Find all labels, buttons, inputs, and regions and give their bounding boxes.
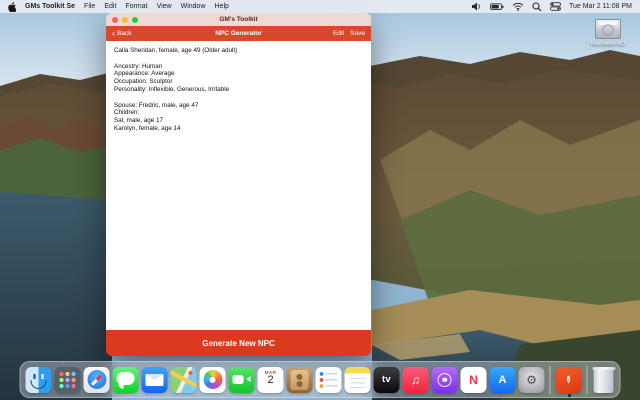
dock-separator — [587, 366, 588, 394]
desktop: GMs Toolkit Se File Edit Format View Win… — [0, 0, 640, 400]
spotlight-icon[interactable] — [532, 2, 542, 12]
gear-icon: ⚙ — [526, 373, 537, 387]
dock-messages-icon[interactable] — [113, 367, 139, 393]
disk-label: Macintosh HD — [588, 41, 628, 47]
menu-edit[interactable]: Edit — [104, 3, 116, 10]
npc-blank-line — [114, 94, 363, 102]
dock-gms-toolkit-icon[interactable]: ✒ — [556, 367, 582, 393]
dock-photos-icon[interactable] — [200, 367, 226, 393]
menu-format[interactable]: Format — [125, 3, 147, 10]
npc-content: Calla Sheridan, female, age 49 (Older ad… — [106, 41, 371, 330]
window-title: GM's Toolkit — [106, 16, 371, 23]
dock-appstore-icon[interactable]: A — [490, 367, 516, 393]
volume-icon[interactable] — [471, 2, 482, 11]
npc-personality-line: Personality: Inflexible, Generous, Irrit… — [114, 86, 363, 94]
control-center-icon[interactable] — [550, 2, 561, 11]
dock-reminders-icon[interactable] — [316, 367, 342, 393]
menu-window[interactable]: Window — [181, 3, 206, 10]
npc-children-label-line: Children: — [114, 109, 363, 117]
npc-occupation-line: Occupation: Sculptor — [114, 78, 363, 86]
dock-music-icon[interactable]: ♫ — [403, 367, 429, 393]
dock-appletv-icon[interactable]: tv — [374, 367, 400, 393]
back-button[interactable]: ‹ Back — [112, 30, 131, 38]
nav-bar: ‹ Back NPC Generator Edit Save — [106, 26, 371, 41]
dock-trash-icon[interactable] — [594, 367, 614, 393]
battery-icon[interactable] — [490, 3, 504, 11]
dock-notes-icon[interactable] — [345, 367, 371, 393]
dock: MAR 2 tv ♫ N A ⚙ ✒ — [20, 361, 621, 398]
nav-title: NPC Generator — [106, 30, 371, 37]
back-label: Back — [117, 30, 131, 37]
npc-child-1-line: Sal, male, age 17 — [114, 117, 363, 125]
news-label: N — [469, 373, 478, 387]
desktop-disk-icon[interactable]: Macintosh HD — [588, 19, 628, 47]
generate-new-npc-button[interactable]: Generate New NPC — [106, 330, 371, 356]
npc-child-2-line: Karolyn, female, age 14 — [114, 125, 363, 133]
running-indicator — [569, 394, 572, 397]
window-titlebar[interactable]: GM's Toolkit — [106, 13, 371, 26]
dock-contacts-icon[interactable] — [287, 367, 313, 393]
wifi-icon[interactable] — [512, 2, 524, 11]
dock-separator — [550, 366, 551, 394]
dock-maps-icon[interactable] — [171, 367, 197, 393]
npc-spouse-line: Spouse: Fredric, male, age 47 — [114, 102, 363, 110]
save-button[interactable]: Save — [350, 30, 365, 37]
menu-view[interactable]: View — [157, 3, 172, 10]
dock-safari-icon[interactable] — [84, 367, 110, 393]
tv-label: tv — [382, 374, 391, 385]
music-note-icon: ♫ — [411, 373, 420, 387]
dock-podcasts-icon[interactable] — [432, 367, 458, 393]
menubar-clock[interactable]: Tue Mar 2 11:08 PM — [569, 3, 632, 10]
npc-blank-line — [114, 55, 363, 63]
dock-launchpad-icon[interactable] — [55, 367, 81, 393]
npc-appearance-line: Appearance: Average — [114, 70, 363, 78]
calendar-day-label: 2 — [267, 375, 273, 386]
npc-summary-line: Calla Sheridan, female, age 49 (Older ad… — [114, 47, 363, 55]
npc-ancestry-line: Ancestry: Human — [114, 63, 363, 71]
appstore-label: A — [499, 374, 507, 386]
dock-mail-icon[interactable] — [142, 367, 168, 393]
dock-system-preferences-icon[interactable]: ⚙ — [519, 367, 545, 393]
chevron-left-icon: ‹ — [112, 29, 115, 38]
dock-news-icon[interactable]: N — [461, 367, 487, 393]
dock-facetime-icon[interactable] — [229, 367, 255, 393]
dock-calendar-icon[interactable]: MAR 2 — [258, 367, 284, 393]
edit-button[interactable]: Edit — [333, 30, 344, 37]
menubar-app-name[interactable]: GMs Toolkit Se — [25, 3, 75, 10]
menu-file[interactable]: File — [84, 3, 95, 10]
quill-icon: ✒ — [562, 375, 575, 384]
apple-menu-icon[interactable] — [8, 2, 16, 12]
hard-drive-icon — [595, 19, 621, 39]
dock-finder-icon[interactable] — [26, 367, 52, 393]
menu-help[interactable]: Help — [215, 3, 229, 10]
app-window: GM's Toolkit ‹ Back NPC Generator Edit S… — [106, 13, 371, 356]
menu-bar: GMs Toolkit Se File Edit Format View Win… — [0, 0, 640, 13]
